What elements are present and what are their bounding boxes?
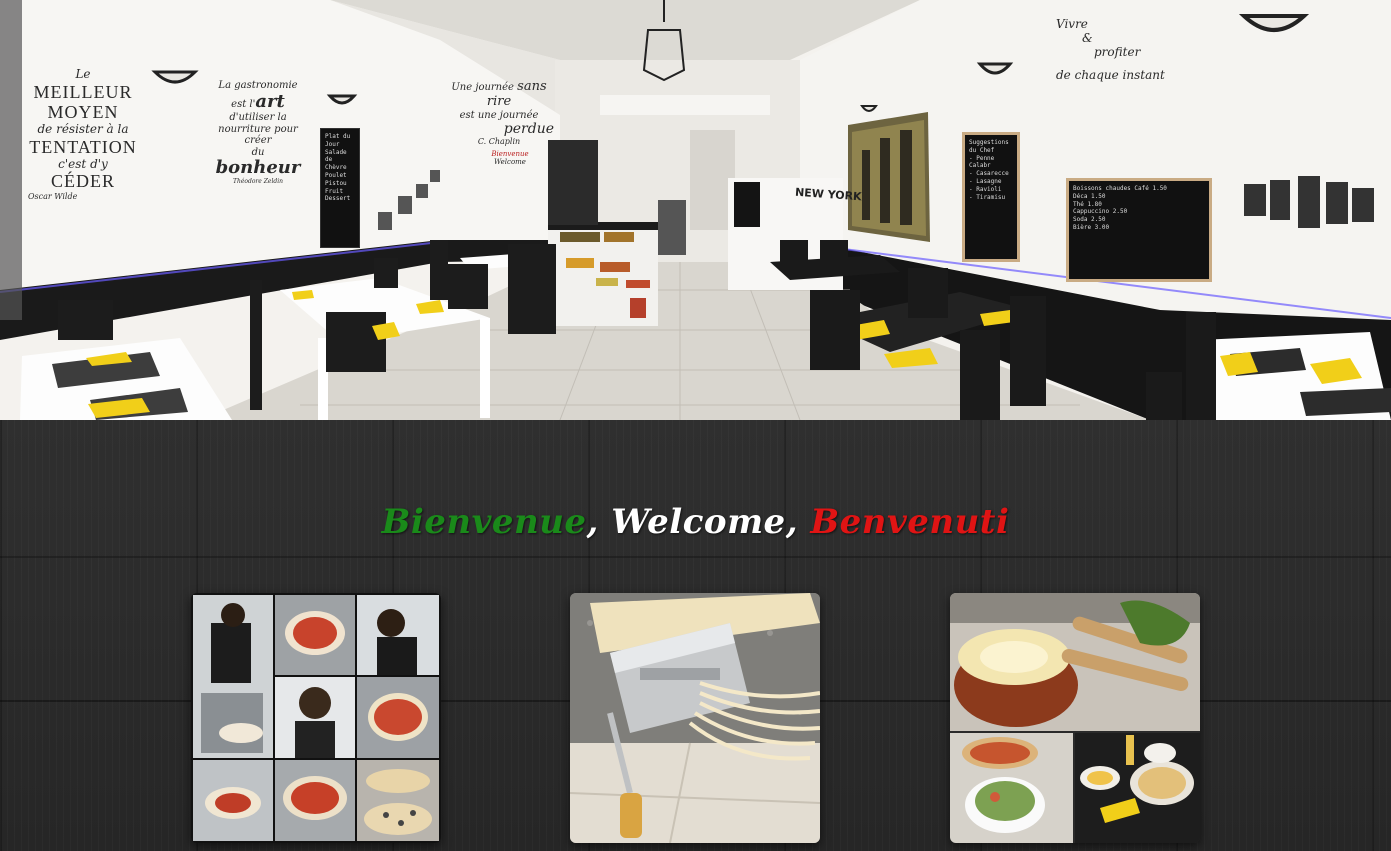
welcome-italian: Benvenuti [810, 502, 1010, 542]
wall-quote-author: Oscar Wilde [28, 192, 78, 202]
wall-quote-line: Vivre [1056, 17, 1088, 31]
fresh-pasta-machine-image [570, 593, 820, 843]
wall-quote-line: Le [75, 67, 91, 81]
dishes-collage-image [950, 593, 1200, 843]
gallery-dishes-collage[interactable] [950, 593, 1200, 843]
wall-quote-left: Le MEILLEUR MOYEN de résister à la TENTA… [28, 67, 138, 202]
wall-quote-gastronomie: La gastronomie est l'art d'utiliser la n… [208, 80, 308, 186]
wall-quote-line: c'est d'y [58, 156, 108, 171]
wall-quote-line: & [1082, 30, 1093, 45]
wall-quote-author: Théodore Zeldin [232, 177, 284, 185]
wall-welcome-sign: Bienvenue Welcome [470, 150, 550, 166]
welcome-english: Welcome [611, 502, 786, 542]
wall-quote-line: de chaque instant [1056, 68, 1165, 83]
wall-quote-line: bonheur [215, 157, 301, 179]
wall-sign-line: Welcome [494, 158, 526, 167]
wall-quote-line: est une journée [459, 109, 539, 121]
wall-quote-line: de résister à la [37, 122, 129, 137]
wall-quote-line: CÉDER [50, 171, 115, 192]
wall-quote-line: art [255, 90, 285, 112]
wall-quote-line: nourriture [218, 123, 271, 135]
chalkboard-drinks: Boissons chaudes Café 1.50 Déca 1.50 Thé… [1066, 178, 1212, 282]
wall-quote-vivre: Vivre & profiter de chaque instant [1056, 17, 1196, 83]
wall-quote-line: d'utiliser la [229, 112, 287, 124]
wall-quote-line: MEILLEUR MOYEN [33, 81, 133, 123]
wall-quote-line: perdue [503, 121, 554, 138]
chalkboard-plat-du-jour: Plat du Jour Salade de Chèvre Poulet Pis… [320, 128, 360, 248]
wall-quote-line: profiter [1094, 44, 1141, 59]
wall-quote-line: TENTATION [29, 136, 137, 157]
wall-quote-line: est l' [231, 98, 256, 110]
welcome-separator: , [586, 502, 612, 542]
hero-panorama-image: Le MEILLEUR MOYEN de résister à la TENTA… [0, 0, 1391, 420]
wall-quote-sans-rire: Une journée sans rire est une journée pe… [444, 79, 554, 147]
wall-quote-line: Une journée [451, 82, 514, 93]
welcome-heading: Bienvenue, Welcome, Benvenuti [0, 502, 1391, 542]
welcome-separator: , [785, 502, 811, 542]
chalkboard-menu: Suggestions du Chef - Penne Calabr - Cas… [962, 132, 1020, 262]
wall-quote-author: C. Chaplin [477, 137, 521, 147]
wall-sign-line: Bienvenue [491, 150, 529, 158]
gallery-fresh-pasta-machine[interactable] [570, 593, 820, 843]
pizza-making-collage-image [191, 593, 441, 843]
gallery-pizza-making-collage[interactable] [191, 593, 441, 843]
welcome-french: Bienvenue [381, 502, 587, 542]
